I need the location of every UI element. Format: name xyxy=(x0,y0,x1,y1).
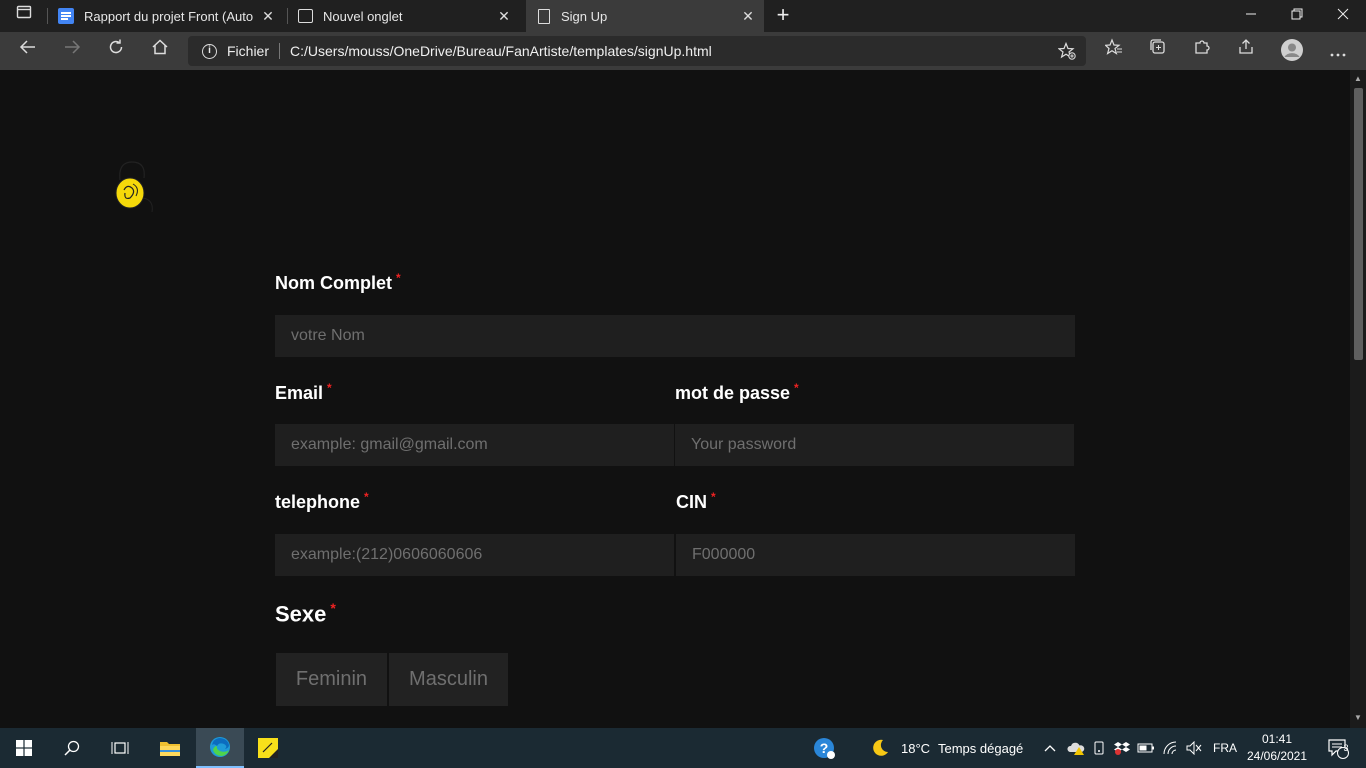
required-mark: * xyxy=(327,381,332,395)
tab-actions-icon[interactable] xyxy=(10,3,38,29)
new-tab-button[interactable]: + xyxy=(760,0,806,32)
info-icon[interactable]: i xyxy=(202,43,217,59)
search-icon[interactable] xyxy=(48,728,96,768)
required-mark: * xyxy=(794,381,799,395)
newtab-icon xyxy=(298,9,313,23)
file-explorer-icon[interactable] xyxy=(146,728,194,768)
input-language[interactable]: FRA xyxy=(1213,728,1237,768)
cin-label: CIN * xyxy=(676,490,716,513)
cin-label-text: CIN xyxy=(676,492,707,512)
sexe-option-masculin[interactable]: Masculin xyxy=(389,653,508,706)
share-icon[interactable] xyxy=(1232,38,1260,64)
forward-icon[interactable] xyxy=(58,38,86,64)
nom-input[interactable] xyxy=(275,315,1075,357)
tab-signup[interactable]: Sign Up ✕ xyxy=(526,0,764,32)
tab-new[interactable]: Nouvel onglet ✕ xyxy=(288,0,526,32)
battery-icon[interactable] xyxy=(1134,728,1158,768)
back-icon[interactable] xyxy=(14,38,42,64)
required-mark: * xyxy=(330,600,336,616)
password-input[interactable] xyxy=(675,424,1074,466)
address-scheme: Fichier xyxy=(227,43,270,59)
telephone-label: telephone * xyxy=(275,490,369,513)
site-logo[interactable] xyxy=(110,160,158,213)
weather-description[interactable]: Temps dégagé xyxy=(938,728,1023,768)
notification-count: 3 xyxy=(1343,743,1349,753)
sexe-label-text: Sexe xyxy=(275,601,327,627)
wifi-icon[interactable] xyxy=(1158,728,1184,768)
profile-avatar-icon[interactable] xyxy=(1278,38,1306,64)
taskbar-clock[interactable]: 01:41 24/06/2021 xyxy=(1244,731,1310,765)
scroll-down-icon[interactable]: ▼ xyxy=(1353,713,1363,722)
svg-text:?: ? xyxy=(820,740,829,756)
close-tab-icon[interactable]: ✕ xyxy=(260,8,276,24)
sexe-option-feminin[interactable]: Feminin xyxy=(276,653,387,706)
home-icon[interactable] xyxy=(146,38,174,64)
browser-toolbar: i Fichier C:/Users/mouss/OneDrive/Bureau… xyxy=(0,32,1366,70)
required-mark: * xyxy=(364,490,369,504)
password-label-text: mot de passe xyxy=(675,383,791,403)
close-window-icon[interactable] xyxy=(1320,0,1366,32)
windows-start-icon[interactable] xyxy=(0,728,48,768)
volume-muted-icon[interactable] xyxy=(1182,728,1206,768)
collections-icon[interactable] xyxy=(1144,38,1172,64)
telephone-input[interactable] xyxy=(275,534,674,576)
address-bar[interactable]: i Fichier C:/Users/mouss/OneDrive/Bureau… xyxy=(188,36,1086,66)
clock-date: 24/06/2021 xyxy=(1246,749,1308,763)
refresh-icon[interactable] xyxy=(102,38,130,64)
tab-rapport[interactable]: Rapport du projet Front (AutoRe ✕ xyxy=(48,0,286,32)
close-tab-icon[interactable]: ✕ xyxy=(496,8,512,24)
device-icon[interactable] xyxy=(1088,728,1110,768)
docs-icon xyxy=(58,8,74,24)
nom-label-text: Nom Complet xyxy=(275,273,392,293)
page-scrollbar[interactable]: ▲ ▼ xyxy=(1350,70,1366,728)
more-menu-icon[interactable] xyxy=(1324,38,1352,64)
windows-taskbar: ? 18°C Temps dégagé FRA 01:41 24/06/2021… xyxy=(0,728,1366,768)
sticky-notes-icon[interactable] xyxy=(244,728,292,768)
scroll-thumb[interactable] xyxy=(1354,88,1363,360)
show-hidden-icons-icon[interactable] xyxy=(1038,728,1062,768)
browser-tab-bar: Rapport du projet Front (AutoRe ✕ Nouvel… xyxy=(0,0,1366,32)
address-url[interactable]: C:/Users/mouss/OneDrive/Bureau/FanArtist… xyxy=(290,43,712,59)
weather-moon-icon[interactable] xyxy=(856,728,904,768)
scroll-up-icon[interactable]: ▲ xyxy=(1353,74,1363,83)
page-viewport: Nom Complet* Email* mot de passe* teleph… xyxy=(0,70,1350,728)
address-divider xyxy=(279,43,281,59)
email-label: Email * xyxy=(275,381,332,404)
page-icon xyxy=(538,8,550,24)
required-mark: * xyxy=(396,271,401,285)
cin-input[interactable] xyxy=(676,534,1075,576)
nom-label: Nom Complet * xyxy=(275,271,401,294)
telephone-label-text: telephone xyxy=(275,492,361,512)
sexe-label: Sexe * xyxy=(275,600,336,627)
task-view-icon[interactable] xyxy=(96,728,144,768)
onedrive-warning-icon[interactable] xyxy=(1064,728,1088,768)
required-mark: * xyxy=(711,490,716,504)
add-favorite-icon[interactable] xyxy=(1057,41,1076,60)
tab-label: Nouvel onglet xyxy=(323,8,403,24)
edge-browser-icon[interactable] xyxy=(196,728,244,768)
help-icon[interactable]: ? xyxy=(800,728,848,768)
email-label-text: Email xyxy=(275,383,324,403)
password-label: mot de passe * xyxy=(675,381,799,404)
email-input[interactable] xyxy=(275,424,674,466)
tab-label: Rapport du projet Front (AutoRe xyxy=(84,8,254,24)
close-tab-icon[interactable]: ✕ xyxy=(740,8,756,24)
weather-temperature[interactable]: 18°C xyxy=(901,728,930,768)
clock-time: 01:41 xyxy=(1261,732,1293,746)
minimize-icon[interactable] xyxy=(1228,0,1274,32)
tab-label: Sign Up xyxy=(561,8,608,24)
dropbox-icon[interactable] xyxy=(1110,728,1134,768)
extensions-icon[interactable] xyxy=(1188,38,1216,64)
notifications-icon[interactable]: 3 xyxy=(1318,728,1358,768)
restore-icon[interactable] xyxy=(1274,0,1320,32)
favorites-icon[interactable] xyxy=(1100,38,1128,64)
